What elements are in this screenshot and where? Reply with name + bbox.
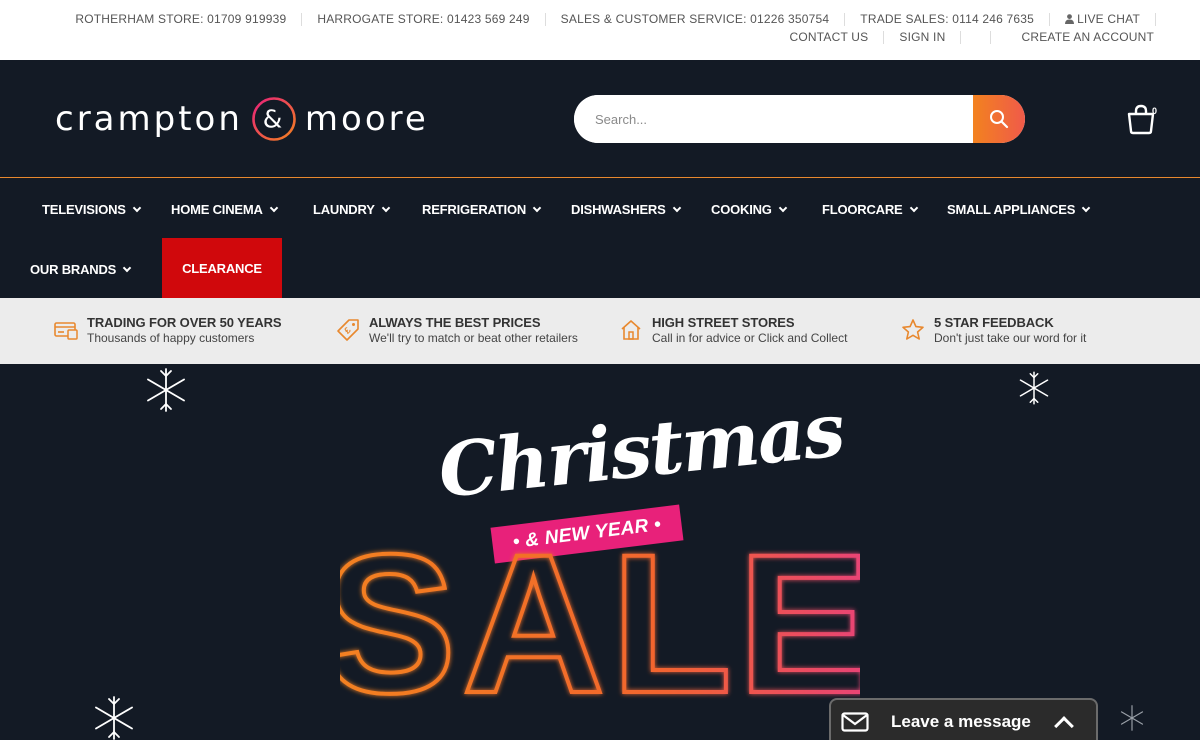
svg-text:£: £	[342, 325, 353, 336]
chevron-up-icon	[1053, 716, 1074, 736]
site-header: crampton & moore 0	[0, 60, 1200, 178]
christmas-sale-banner[interactable]: Christmas • & NEW YEAR • SALE	[0, 364, 1200, 740]
cart-count: 0	[1152, 106, 1158, 116]
nav-label: SMALL APPLIANCES	[947, 202, 1076, 217]
card-icon	[54, 322, 78, 340]
nav-dishwashers[interactable]: DISHWASHERS	[571, 202, 681, 217]
harrogate-phone[interactable]: HARROGATE STORE: 01423 569 249	[302, 13, 546, 26]
nav-label: TELEVISIONS	[42, 202, 126, 217]
site-logo[interactable]: crampton & moore	[55, 96, 429, 142]
live-chat-label: LIVE CHAT	[1077, 12, 1140, 26]
usp-subtitle: Call in for advice or Click and Collect	[652, 331, 848, 345]
nav-label: LAUNDRY	[313, 202, 375, 217]
envelope-icon	[841, 712, 869, 732]
nav-home-cinema[interactable]: HOME CINEMA	[171, 202, 278, 217]
nav-our-brands[interactable]: OUR BRANDS	[30, 262, 132, 277]
divider	[961, 31, 992, 44]
usp-title: HIGH STREET STORES	[652, 315, 795, 330]
logo-text-left: crampton	[55, 99, 243, 139]
nav-label: HOME CINEMA	[171, 202, 263, 217]
nav-floorcare[interactable]: FLOORCARE	[822, 202, 918, 217]
nav-televisions[interactable]: TELEVISIONS	[42, 202, 142, 217]
chevron-down-icon	[132, 203, 142, 212]
chevron-down-icon	[778, 203, 787, 212]
snowflake-icon	[1019, 371, 1049, 405]
nav-refrigeration[interactable]: REFRIGERATION	[422, 202, 542, 217]
chevron-down-icon	[269, 203, 278, 212]
contact-us-link[interactable]: CONTACT US	[774, 31, 885, 44]
usp-item: HIGH STREET STORES Call in for advice or …	[619, 315, 847, 346]
chevron-down-icon	[1082, 203, 1091, 212]
house-icon	[621, 320, 641, 340]
nav-clearance[interactable]: CLEARANCE	[162, 238, 282, 298]
logo-text-right: moore	[304, 99, 429, 139]
utility-row-account: CONTACT US SIGN IN CREATE AN ACCOUNT	[774, 31, 1154, 44]
trade-phone[interactable]: TRADE SALES: 0114 246 7635	[845, 13, 1051, 26]
live-chat-link[interactable]: LIVE CHAT	[1050, 13, 1156, 26]
nav-laundry[interactable]: LAUNDRY	[313, 202, 390, 217]
chevron-down-icon	[122, 263, 132, 272]
utility-bar: ROTHERHAM STORE: 01709 919939 HARROGATE …	[0, 0, 1200, 60]
sales-phone[interactable]: SALES & CUSTOMER SERVICE: 01226 350754	[546, 13, 846, 26]
sign-in-link[interactable]: SIGN IN	[884, 31, 962, 44]
leave-message-widget[interactable]: Leave a message	[829, 698, 1098, 740]
main-nav: TELEVISIONS HOME CINEMA LAUNDRY REFRIGER…	[0, 179, 1200, 298]
star-icon	[902, 319, 924, 340]
logo-ampersand-icon: &	[252, 97, 296, 141]
nav-label: COOKING	[711, 202, 772, 217]
chevron-down-icon	[381, 203, 390, 212]
chevron-down-icon	[532, 203, 542, 212]
chevron-down-icon	[672, 203, 681, 212]
nav-label: REFRIGERATION	[422, 202, 527, 217]
usp-title: 5 STAR FEEDBACK	[934, 315, 1054, 330]
search-bar	[574, 95, 1025, 143]
christmas-script-heading: Christmas	[434, 387, 847, 515]
usp-subtitle: Thousands of happy customers	[87, 331, 255, 345]
nav-label: FLOORCARE	[822, 202, 903, 217]
rotherham-phone[interactable]: ROTHERHAM STORE: 01709 919939	[60, 13, 303, 26]
usp-subtitle: We'll try to match or beat other retaile…	[369, 331, 578, 345]
chat-label: Leave a message	[891, 712, 1031, 731]
price-tag-icon: £	[337, 319, 359, 341]
snowflake-icon	[1120, 705, 1144, 731]
chevron-down-icon	[909, 203, 918, 212]
utility-row-phones: ROTHERHAM STORE: 01709 919939 HARROGATE …	[60, 13, 1156, 26]
usp-item: TRADING FOR OVER 50 YEARS Thousands of ha…	[54, 315, 282, 346]
snowflake-icon	[147, 368, 185, 412]
nav-label: DISHWASHERS	[571, 202, 666, 217]
search-icon	[990, 110, 1009, 129]
nav-small-appliances[interactable]: SMALL APPLIANCES	[947, 202, 1091, 217]
search-input[interactable]	[574, 95, 973, 143]
create-account-link[interactable]: CREATE AN ACCOUNT	[1006, 31, 1154, 44]
usp-item: £ ALWAYS THE BEST PRICES We'll try to mat…	[336, 315, 578, 346]
snowflake-icon	[95, 696, 133, 740]
nav-label: OUR BRANDS	[30, 262, 117, 277]
sale-text: SALE	[340, 524, 860, 704]
usp-item: 5 STAR FEEDBACK Don't just take our word …	[901, 315, 1086, 346]
search-button[interactable]	[973, 95, 1025, 143]
usp-strip: TRADING FOR OVER 50 YEARS Thousands of ha…	[0, 298, 1200, 364]
usp-title: TRADING FOR OVER 50 YEARS	[87, 315, 282, 330]
person-icon	[1065, 14, 1075, 24]
nav-cooking[interactable]: COOKING	[711, 202, 787, 217]
usp-title: ALWAYS THE BEST PRICES	[369, 315, 541, 330]
sale-neon-heading: SALE	[340, 524, 860, 704]
logo-amp-text: &	[263, 105, 286, 134]
usp-subtitle: Don't just take our word for it	[934, 331, 1087, 345]
